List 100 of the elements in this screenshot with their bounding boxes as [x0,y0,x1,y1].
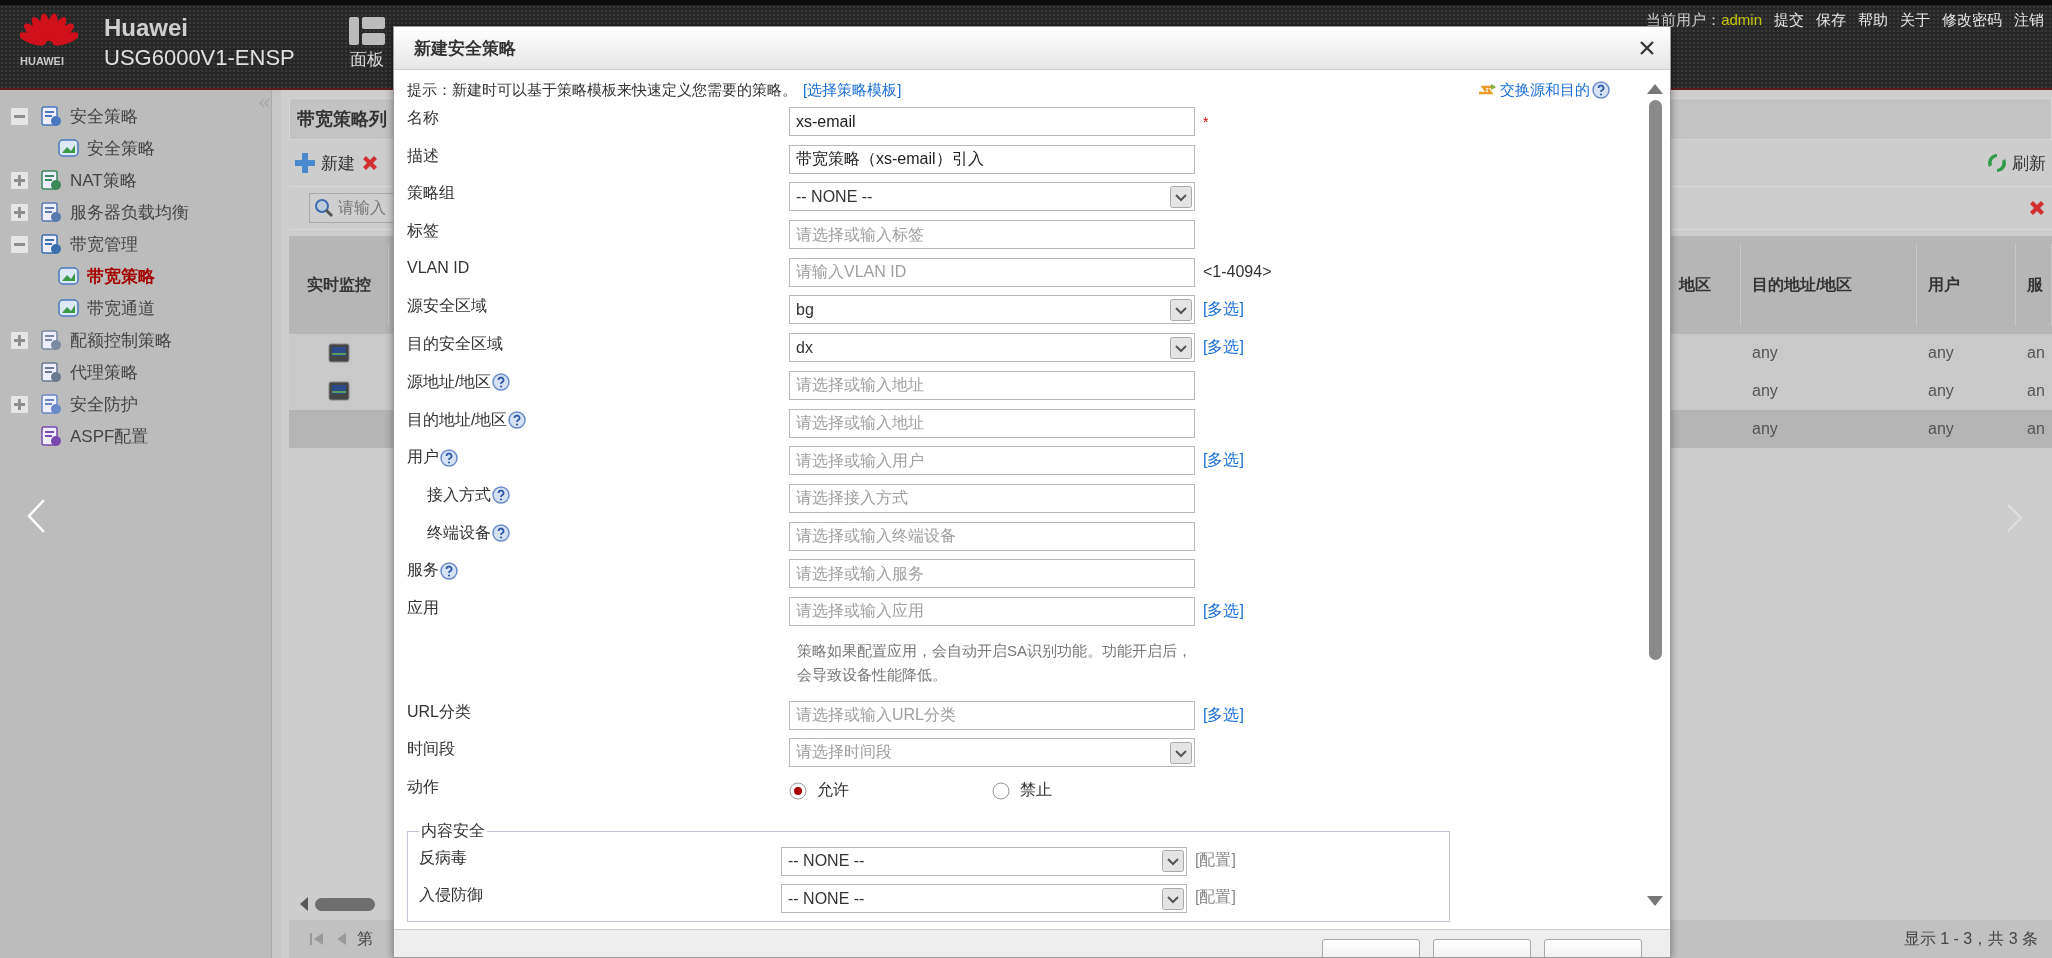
text-field[interactable]: 请选择或输入URL分类 [789,700,1195,730]
dashboard-icon[interactable] [349,17,385,45]
nav-item[interactable]: 安全策略 [87,136,155,160]
field-label: 源安全区域 [407,296,487,317]
nav-item[interactable]: 服务器负载均衡 [70,200,189,224]
text-field[interactable]: 带宽策略（xs-email）引入 [789,144,1195,174]
help-icon[interactable] [440,448,458,467]
expander-icon[interactable] [11,395,28,413]
select-field[interactable]: -- NONE -- [789,182,1195,212]
select-field[interactable]: dx [789,333,1195,363]
help-icon[interactable] [1592,81,1610,99]
table-cell-text: any [1751,381,1779,401]
scrollbar-thumb[interactable] [1648,100,1662,660]
select-field[interactable]: 请选择时间段 [789,738,1195,768]
new-button[interactable]: 新建 [321,151,355,175]
column-header: 服 [2016,244,2052,326]
select-field[interactable]: -- NONE -- [781,846,1187,876]
expander-icon[interactable] [11,331,28,349]
help-icon[interactable] [492,373,511,392]
nav-item[interactable]: 代理策略 [70,360,138,384]
select-field[interactable]: bg [789,295,1195,325]
field-label: 接入方式 [427,484,491,505]
text-field[interactable]: 请选择或输入终端设备 [789,521,1195,551]
field-label: 时间段 [407,739,455,760]
text-field[interactable]: 请输入VLAN ID [789,257,1195,287]
expander-icon[interactable] [11,203,28,221]
table-cell-text: an [2026,419,2046,439]
field-label: 目的地址/地区 [407,409,508,430]
field-label: 名称 [407,108,439,128]
field-label: 源地址/地区 [407,371,492,392]
nav-item[interactable]: ASPF配置 [70,424,149,448]
select-field[interactable]: -- NONE -- [781,884,1187,914]
scroll-left-icon[interactable] [299,897,309,911]
nav-item[interactable]: NAT策略 [70,168,137,192]
help-icon[interactable] [492,486,510,505]
header-link[interactable]: 注销 [2014,11,2044,30]
nav-item[interactable]: 带宽策略 [87,264,155,288]
nav-item[interactable]: 安全策略 [70,104,138,128]
column-header: 用户 [1917,244,2016,326]
nav-item[interactable]: 带宽管理 [70,232,138,256]
help-icon[interactable] [440,561,458,580]
clear-icon[interactable] [2028,199,2046,217]
expander-icon[interactable] [11,235,28,253]
header-link[interactable]: 关于 [1900,11,1930,30]
header-link[interactable]: 提交 [1774,11,1804,30]
field-label: 动作 [407,777,439,797]
monitor-icon[interactable] [328,343,350,363]
dialog-title: 新建安全策略 [414,37,516,60]
text-field[interactable]: 请选择或输入应用 [789,596,1195,626]
swap-link[interactable]: 交换源和目的 [1500,80,1590,100]
template-link[interactable]: [选择策略模板] [803,80,902,100]
close-icon[interactable] [1640,41,1654,55]
text-field[interactable]: 请选择或输入用户 [789,446,1195,476]
plus-icon[interactable] [295,153,315,173]
field-label: 应用 [407,597,439,618]
device-model: USG6000V1-ENSP [104,45,296,71]
text-field[interactable]: xs-email [789,107,1195,136]
nav-item[interactable]: 安全防护 [70,392,138,416]
page-summary: 显示 1 - 3，共 3 条 [1903,928,2038,949]
text-field[interactable]: 请选择或输入地址 [789,408,1195,438]
multi-select-link[interactable]: [多选] [1203,299,1244,321]
text-field[interactable]: 请选择接入方式 [789,483,1195,513]
table-cell-text: an [2026,343,2046,363]
field-label: 入侵防御 [419,885,483,906]
table-cell-text: any [1927,381,1955,401]
refresh-button[interactable]: 刷新 [2012,151,2046,175]
text-field[interactable]: 请选择或输入地址 [789,370,1195,400]
text-field[interactable]: 请选择或输入服务 [789,559,1195,589]
nav-item[interactable]: 带宽通道 [87,296,155,320]
monitor-icon[interactable] [328,381,350,401]
field-label: 用户 [407,447,439,468]
field-label: 服务 [407,560,439,581]
dashboard-tab[interactable]: 面板 [350,48,384,71]
radio-button[interactable] [789,781,807,800]
multi-select-link[interactable]: [多选] [1203,600,1244,622]
config-link[interactable]: [配置] [1187,845,1449,871]
scrollbar-thumb[interactable] [315,897,375,911]
multi-select-link[interactable]: [多选] [1203,450,1244,472]
header-link[interactable]: 保存 [1816,11,1846,30]
column-header: 实时监控 [289,244,389,326]
field-label: VLAN ID [407,258,470,277]
radio-button[interactable] [992,781,1010,800]
scroll-up-icon[interactable] [1647,84,1663,94]
scroll-down-icon[interactable] [1647,896,1663,906]
refresh-icon[interactable] [1986,152,2008,174]
note-text: 策略如果配置应用，会自动开启SA识别功能。功能开启后，会导致设备性能降低。 [797,640,1193,685]
expander-icon[interactable] [11,107,28,125]
help-icon[interactable] [508,411,527,429]
header-link[interactable]: 修改密码 [1942,11,2002,30]
nav-item[interactable]: 配额控制策略 [70,328,172,352]
text-field[interactable]: 请选择或输入标签 [789,220,1195,250]
field-label: 描述 [407,145,439,166]
expander-icon[interactable] [11,171,28,189]
config-link[interactable]: [配置] [1187,883,1449,909]
multi-select-link[interactable]: [多选] [1203,704,1244,726]
help-icon[interactable] [492,524,510,543]
header-link[interactable]: 帮助 [1858,11,1888,30]
delete-icon[interactable] [361,154,379,172]
multi-select-link[interactable]: [多选] [1203,337,1244,359]
caret-icon [1170,336,1192,359]
